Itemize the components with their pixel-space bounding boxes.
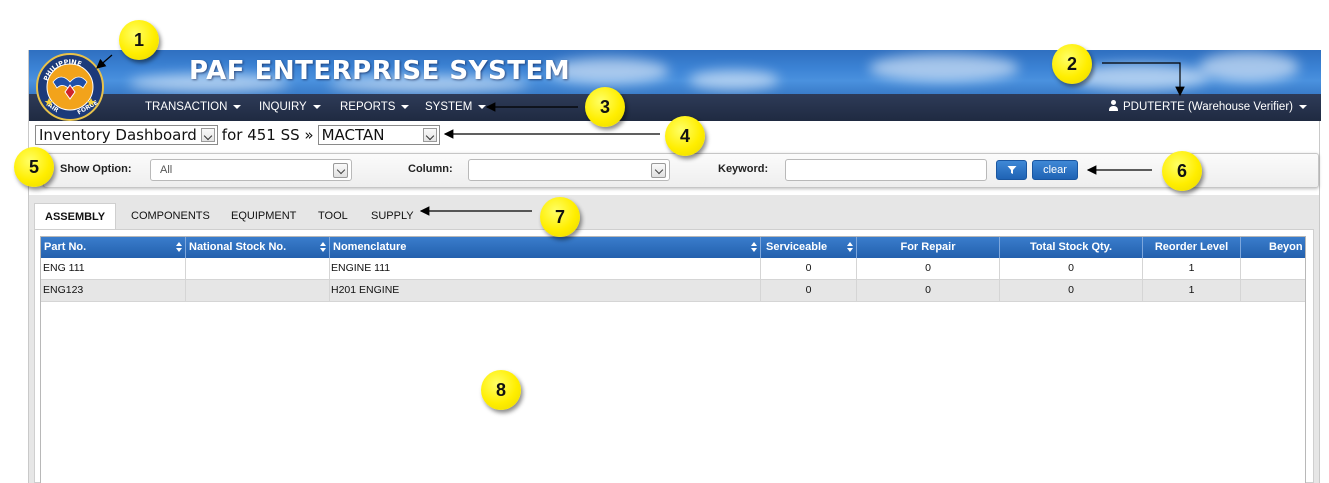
paf-logo: PHILIPPINE AIR FORCE bbox=[36, 53, 104, 121]
cell-serviceable: 0 bbox=[761, 258, 857, 279]
user-menu[interactable]: PDUTERTE (Warehouse Verifier) bbox=[1108, 94, 1307, 121]
clear-button[interactable]: clear bbox=[1032, 160, 1078, 180]
user-icon bbox=[1108, 100, 1119, 111]
table-row[interactable]: ENG123 H201 ENGINE 0 0 0 1 bbox=[41, 280, 1305, 302]
cell-part-no: ENG 111 bbox=[41, 258, 186, 279]
cell-total-stock-qty: 0 bbox=[1000, 258, 1143, 279]
tab-body: Part No. National Stock No. Nomenclature… bbox=[34, 229, 1314, 483]
keyword-label: Keyword: bbox=[718, 163, 769, 175]
sort-icon bbox=[176, 242, 182, 253]
content-panel: ASSEMBLY COMPONENTS EQUIPMENT TOOL SUPPL… bbox=[29, 195, 1319, 483]
dashboard-selector-row: Inventory Dashboard for 451 SS » MACTAN bbox=[35, 124, 440, 146]
dropdown-arrow-icon bbox=[651, 163, 666, 178]
callout-marker-1: 1 bbox=[119, 20, 159, 60]
cell-beyond bbox=[1241, 280, 1305, 301]
filter-icon bbox=[1007, 166, 1016, 174]
show-option-select[interactable]: All bbox=[150, 159, 352, 181]
nav-system-label: SYSTEM bbox=[425, 101, 473, 113]
location-select[interactable]: MACTAN bbox=[317, 125, 440, 145]
nav-transaction-label: TRANSACTION bbox=[145, 101, 228, 113]
col-total-stock-qty[interactable]: Total Stock Qty. bbox=[1000, 237, 1143, 258]
show-option-label: Show Option: bbox=[60, 163, 132, 175]
sort-icon bbox=[847, 242, 853, 253]
dashboard-select-value: Inventory Dashboard bbox=[39, 126, 197, 144]
cell-national-stock-no bbox=[186, 280, 330, 301]
column-select[interactable] bbox=[468, 159, 670, 181]
cell-reorder-level: 1 bbox=[1143, 280, 1241, 301]
callout-marker-6: 6 bbox=[1162, 151, 1202, 191]
callout-marker-7: 7 bbox=[540, 197, 580, 237]
nav-inquiry-label: INQUIRY bbox=[259, 101, 307, 113]
nav-inquiry[interactable]: INQUIRY bbox=[259, 94, 321, 121]
col-nomenclature-label: Nomenclature bbox=[333, 241, 407, 253]
col-for-repair[interactable]: For Repair bbox=[857, 237, 1000, 258]
caret-down-icon bbox=[312, 104, 321, 109]
cell-for-repair: 0 bbox=[857, 258, 1000, 279]
tab-supply[interactable]: SUPPLY bbox=[371, 203, 414, 229]
nav-reports-label: REPORTS bbox=[340, 101, 396, 113]
keyword-input[interactable] bbox=[785, 159, 987, 181]
caret-down-icon bbox=[401, 104, 410, 109]
callout-marker-5: 5 bbox=[14, 147, 54, 187]
cell-for-repair: 0 bbox=[857, 280, 1000, 301]
callout-marker-3: 3 bbox=[585, 87, 625, 127]
callout-marker-2: 2 bbox=[1052, 44, 1092, 84]
app-title: PAF ENTERPRISE SYSTEM bbox=[189, 56, 571, 86]
nav-system[interactable]: SYSTEM bbox=[425, 94, 487, 121]
nav-reports[interactable]: REPORTS bbox=[340, 94, 410, 121]
app-window: PAF ENTERPRISE SYSTEM TRANSACTION INQUIR… bbox=[28, 50, 1321, 483]
cell-national-stock-no bbox=[186, 258, 330, 279]
main-navbar: TRANSACTION INQUIRY REPORTS SYSTEM PDUTE… bbox=[29, 94, 1321, 121]
caret-down-icon bbox=[1299, 104, 1307, 109]
sort-icon bbox=[751, 242, 757, 253]
screenshot-stage: PAF ENTERPRISE SYSTEM TRANSACTION INQUIR… bbox=[0, 0, 1329, 483]
col-part-no-label: Part No. bbox=[44, 241, 87, 253]
cell-reorder-level: 1 bbox=[1143, 258, 1241, 279]
nav-transaction[interactable]: TRANSACTION bbox=[145, 94, 242, 121]
col-reorder-level[interactable]: Reorder Level bbox=[1143, 237, 1241, 258]
dashboard-select[interactable]: Inventory Dashboard bbox=[35, 125, 218, 145]
tab-equipment[interactable]: EQUIPMENT bbox=[231, 203, 296, 229]
callout-marker-4: 4 bbox=[665, 116, 705, 156]
table-row[interactable]: ENG 111 ENGINE 111 0 0 0 1 bbox=[41, 258, 1305, 280]
dropdown-arrow-icon bbox=[422, 128, 437, 142]
col-national-stock-no-label: National Stock No. bbox=[189, 241, 287, 253]
callout-marker-8: 8 bbox=[481, 370, 521, 410]
cell-serviceable: 0 bbox=[761, 280, 857, 301]
grid-header: Part No. National Stock No. Nomenclature… bbox=[41, 237, 1305, 258]
cell-nomenclature: ENGINE 111 bbox=[330, 258, 761, 279]
user-name: PDUTERTE (Warehouse Verifier) bbox=[1123, 101, 1293, 113]
filter-button[interactable] bbox=[996, 160, 1027, 180]
cell-part-no: ENG123 bbox=[41, 280, 186, 301]
col-nomenclature[interactable]: Nomenclature bbox=[330, 237, 761, 258]
unit-label: for 451 SS » bbox=[221, 126, 314, 144]
caret-down-icon bbox=[478, 104, 487, 109]
col-serviceable[interactable]: Serviceable bbox=[761, 237, 857, 258]
col-serviceable-label: Serviceable bbox=[766, 241, 828, 253]
inventory-grid: Part No. National Stock No. Nomenclature… bbox=[40, 236, 1306, 483]
column-label: Column: bbox=[408, 163, 453, 175]
sort-icon bbox=[320, 242, 326, 253]
dropdown-arrow-icon bbox=[333, 163, 348, 178]
filter-bar: Show Option: All Column: Keyword: clear bbox=[43, 153, 1319, 188]
tab-tool[interactable]: TOOL bbox=[318, 203, 348, 229]
col-beyond[interactable]: Beyon bbox=[1241, 237, 1305, 258]
cell-beyond bbox=[1241, 258, 1305, 279]
caret-down-icon bbox=[233, 104, 242, 109]
tab-assembly[interactable]: ASSEMBLY bbox=[34, 203, 117, 229]
col-part-no[interactable]: Part No. bbox=[41, 237, 186, 258]
location-select-value: MACTAN bbox=[321, 126, 385, 144]
col-national-stock-no[interactable]: National Stock No. bbox=[186, 237, 330, 258]
header-banner: PAF ENTERPRISE SYSTEM bbox=[29, 50, 1321, 94]
tab-components[interactable]: COMPONENTS bbox=[131, 203, 210, 229]
dropdown-arrow-icon bbox=[200, 128, 215, 142]
show-option-value: All bbox=[160, 164, 173, 176]
cell-total-stock-qty: 0 bbox=[1000, 280, 1143, 301]
cell-nomenclature: H201 ENGINE bbox=[330, 280, 761, 301]
